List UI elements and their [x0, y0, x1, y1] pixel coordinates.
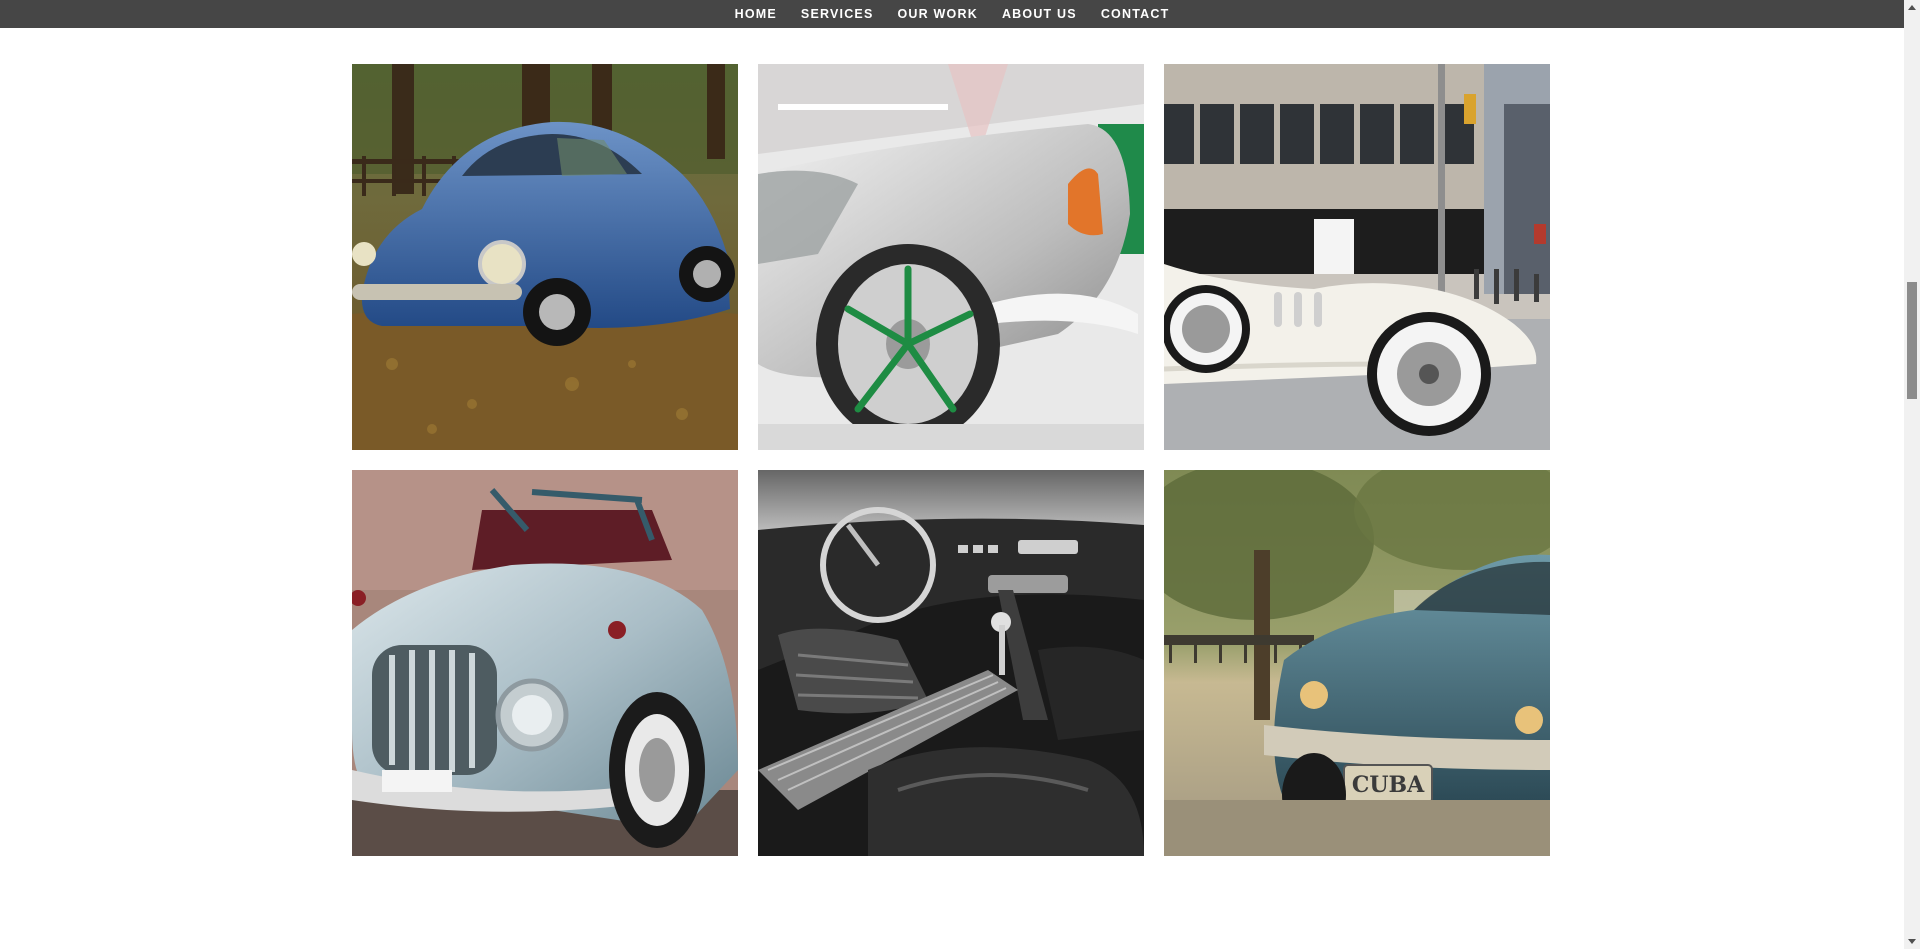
silver-lowrider-photo [758, 64, 1144, 450]
nav-menu: HOME SERVICES OUR WORK ABOUT US CONTACT [723, 5, 1182, 23]
white-roadster-photo [1164, 64, 1550, 450]
top-navigation-bar: HOME SERVICES OUR WORK ABOUT US CONTACT [0, 0, 1904, 28]
cuba-car-photo: CUBA [1164, 470, 1550, 856]
bw-interior-photo [758, 470, 1144, 856]
gallery-image-silver-lowrider[interactable] [758, 64, 1144, 450]
scrollbar-thumb[interactable] [1907, 282, 1917, 399]
nav-link-services[interactable]: SERVICES [801, 7, 874, 21]
nav-item-home: HOME [735, 5, 777, 23]
gallery-image-bw-interior[interactable] [758, 470, 1144, 856]
nav-item-contact: CONTACT [1101, 5, 1170, 23]
light-blue-convertible-photo [352, 470, 738, 856]
scroll-down-arrow-icon[interactable] [1908, 939, 1916, 944]
gallery-image-light-blue-convertible[interactable] [352, 470, 738, 856]
page-scrollbar[interactable] [1904, 0, 1920, 949]
scroll-up-arrow-icon[interactable] [1908, 5, 1916, 10]
nav-item-services: SERVICES [801, 5, 874, 23]
nav-item-about-us: ABOUT US [1002, 5, 1077, 23]
nav-link-contact[interactable]: CONTACT [1101, 7, 1170, 21]
cuba-license-plate: CUBA [1352, 772, 1425, 798]
gallery-image-white-roadster[interactable] [1164, 64, 1550, 450]
nav-link-our-work[interactable]: OUR WORK [898, 7, 978, 21]
car-gallery-grid: CUBA [352, 64, 1550, 856]
nav-link-about-us[interactable]: ABOUT US [1002, 7, 1077, 21]
nav-item-our-work: OUR WORK [898, 5, 978, 23]
gallery-image-blue-beetle[interactable] [352, 64, 738, 450]
gallery-image-cuba-car[interactable]: CUBA [1164, 470, 1550, 856]
blue-beetle-photo [352, 64, 738, 450]
nav-link-home[interactable]: HOME [735, 7, 777, 21]
